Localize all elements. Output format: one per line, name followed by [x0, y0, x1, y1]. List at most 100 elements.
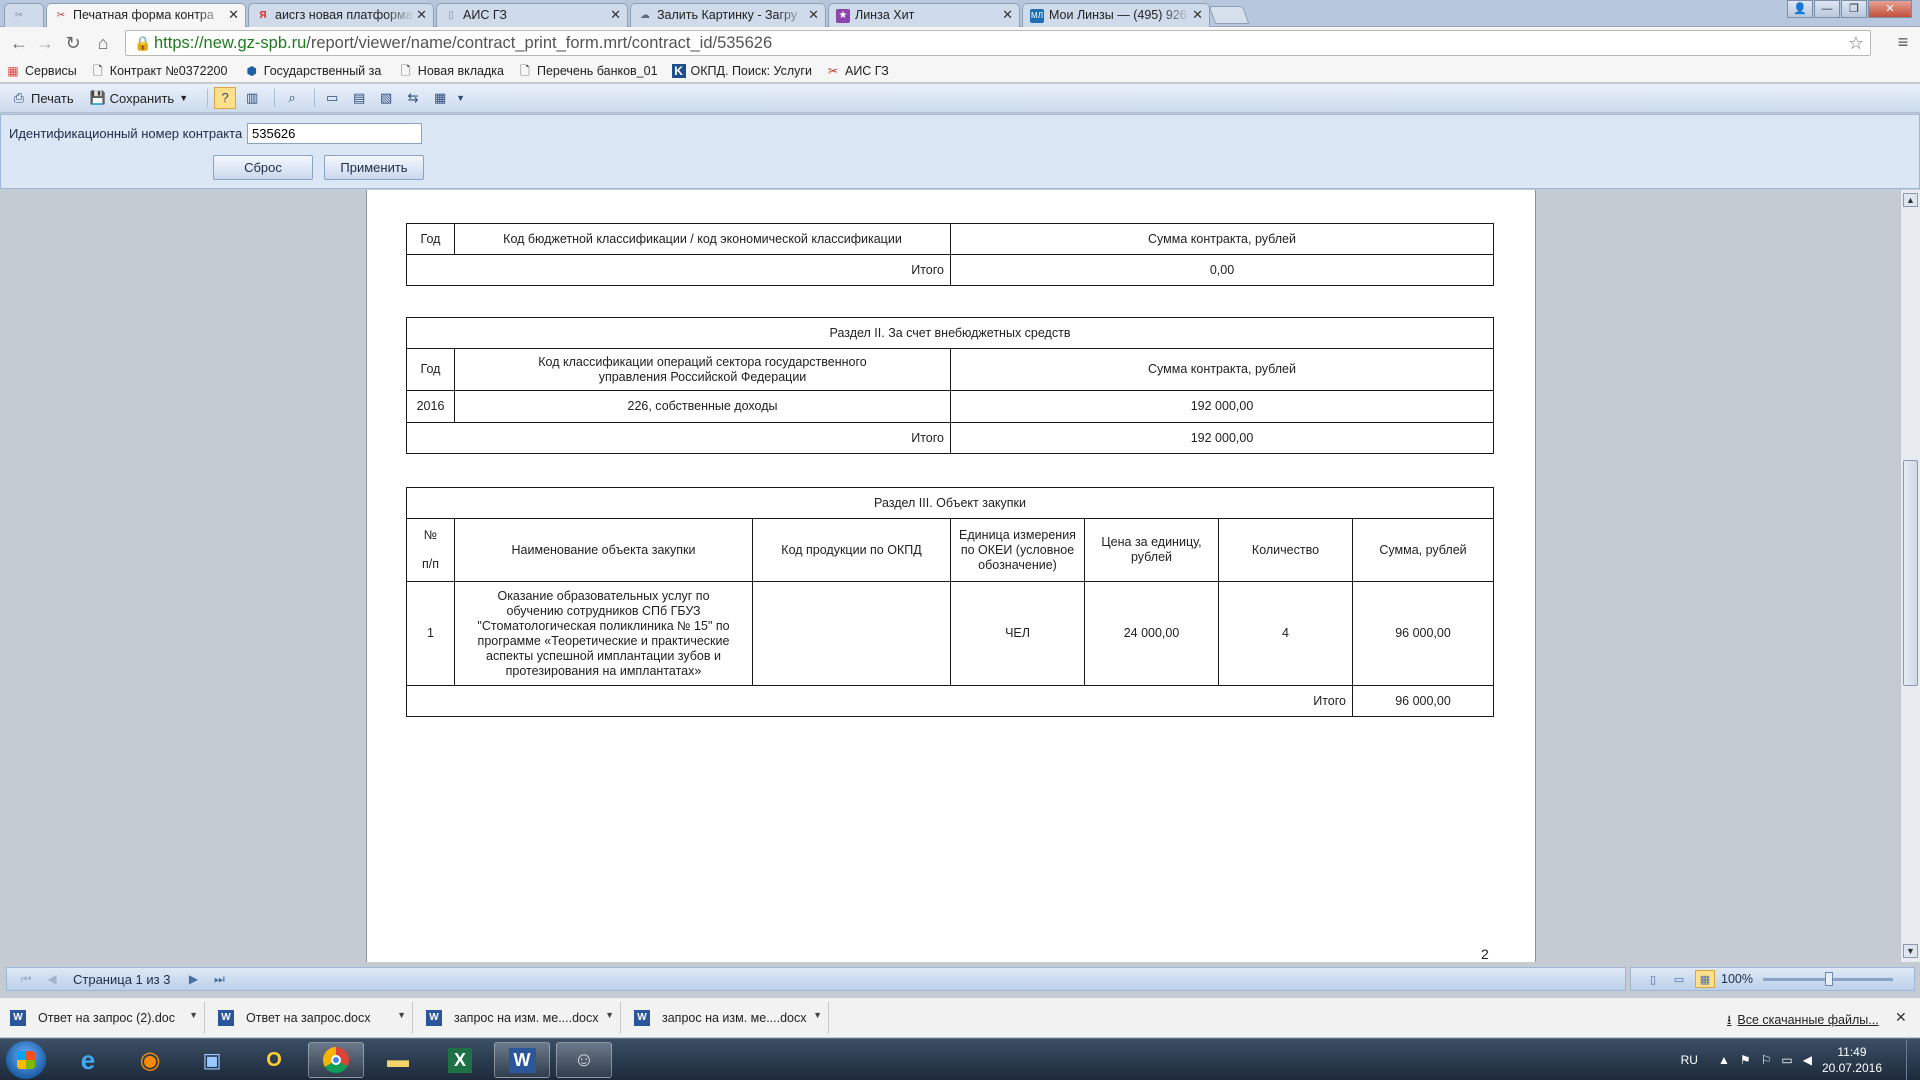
back-icon[interactable]: ←	[8, 32, 30, 54]
close-icon[interactable]: ✕	[1192, 7, 1203, 23]
network-app-icon[interactable]: ⚑	[1740, 1053, 1751, 1067]
bookmark-label: Новая вкладка	[417, 63, 504, 78]
close-icon[interactable]: ✕	[610, 7, 621, 23]
minimize-button[interactable]: —	[1814, 0, 1840, 18]
outlook-icon[interactable]: O	[246, 1042, 302, 1078]
volume-icon[interactable]: ◀	[1803, 1053, 1812, 1067]
bookmark-new-tab[interactable]: 🗋 Новая вкладка	[399, 64, 504, 78]
tool-icon: ✂	[827, 63, 839, 78]
forward-icon[interactable]: →	[34, 32, 56, 54]
bookmark-ais-gz[interactable]: ✂ АИС ГЗ	[826, 64, 889, 78]
url-bar[interactable]: 🔒 https://new.gz-spb.ru/report/viewer/na…	[125, 30, 1871, 56]
all-downloads-link[interactable]: ⭳ Все скачанные файлы...	[1727, 1011, 1879, 1032]
excel-icon[interactable]: X	[432, 1042, 488, 1078]
scroll-down-icon[interactable]: ▼	[1903, 944, 1918, 958]
word-icon[interactable]: W	[494, 1042, 550, 1078]
zoom-value: 100%	[1721, 972, 1753, 986]
cell-unit: ЧЕЛ	[950, 581, 1085, 686]
vertical-scrollbar[interactable]: ▲ ▼	[1900, 190, 1920, 962]
parameters-icon[interactable]: ?	[214, 87, 237, 109]
ie-icon[interactable]: e	[60, 1042, 116, 1078]
col-header: Год	[406, 348, 455, 391]
one-page-icon[interactable]: ▯	[1643, 970, 1663, 988]
download-item[interactable]: W Ответ на запрос.docx ▼	[208, 1002, 413, 1034]
new-tab-button[interactable]	[1208, 6, 1250, 24]
contract-id-input[interactable]	[247, 123, 422, 144]
chevron-down-icon[interactable]: ▼	[189, 1010, 198, 1020]
first-page-icon[interactable]: ⏮	[17, 972, 35, 987]
remote-desktop-icon[interactable]: ▣	[184, 1042, 240, 1078]
restore-button[interactable]: ❐	[1841, 0, 1867, 18]
tab-ais-gz[interactable]: ▯ АИС ГЗ ✕	[436, 3, 628, 27]
bookmark-banks[interactable]: 🗋 Перечень банков_01	[518, 64, 657, 78]
page-indicator[interactable]: Страница 1 из 3	[73, 972, 170, 987]
continuous-icon[interactable]: ▤	[348, 87, 370, 109]
single-page-icon[interactable]: ▭	[321, 87, 343, 109]
tab-upload-image[interactable]: ☁ Залить Картинку - Загру ✕	[630, 3, 826, 27]
user-app-icon[interactable]: ☺	[556, 1042, 612, 1078]
multi-page-icon[interactable]: ▧	[375, 87, 397, 109]
page-width-icon[interactable]: ▭	[1669, 970, 1689, 988]
bookmarks-panel-icon[interactable]: ▥	[241, 87, 263, 109]
tab-moi-linzy[interactable]: МЛ Мои Линзы — (495) 926 ✕	[1022, 3, 1210, 27]
chevron-down-icon[interactable]: ▼	[456, 93, 465, 103]
bookmark-apps[interactable]: ▦ Сервисы	[6, 64, 76, 78]
zoom-slider-thumb[interactable]	[1824, 971, 1833, 986]
contract-id-label: Идентификационный номер контракта	[9, 126, 243, 141]
tab-linza-hit[interactable]: ★ Линза Хит ✕	[828, 3, 1020, 27]
explorer-icon[interactable]: ▬	[370, 1042, 426, 1078]
close-icon[interactable]: ✕	[228, 7, 239, 23]
chevron-down-icon[interactable]: ▼	[605, 1010, 614, 1020]
close-icon[interactable]: ✕	[1895, 1009, 1907, 1026]
user-icon[interactable]: 👤	[1787, 0, 1813, 18]
firefox-icon[interactable]: ◉	[122, 1042, 178, 1078]
next-page-icon[interactable]: ▶	[184, 972, 202, 986]
clock[interactable]: 11:49 20.07.2016	[1822, 1044, 1882, 1076]
save-button[interactable]: 💾 Сохранить ▼	[87, 87, 192, 109]
scroll-thumb[interactable]	[1903, 460, 1918, 686]
start-button[interactable]	[6, 1041, 46, 1079]
multi-page-icon[interactable]: ▦	[1695, 970, 1715, 988]
show-desktop-button[interactable]	[1906, 1039, 1920, 1080]
chevron-down-icon[interactable]: ▼	[813, 1010, 822, 1020]
view-mode-icon[interactable]: ▦	[429, 87, 451, 109]
total-label: Итого	[406, 685, 1353, 717]
bookmark-contract[interactable]: 🗋 Контракт №0372200	[91, 64, 231, 78]
download-item[interactable]: W Ответ на запрос (2).doc ▼	[0, 1002, 205, 1034]
home-icon[interactable]: ⌂	[92, 32, 114, 54]
scroll-up-icon[interactable]: ▲	[1903, 193, 1918, 207]
tab-pinned[interactable]: ✂	[4, 3, 44, 27]
language-indicator[interactable]: RU	[1681, 1053, 1698, 1067]
find-icon[interactable]: ⌕	[281, 87, 303, 109]
last-page-icon[interactable]: ⏭	[210, 972, 228, 987]
apply-button[interactable]: Применить	[324, 155, 424, 180]
reset-button[interactable]: Сброс	[213, 155, 313, 180]
close-window-button[interactable]: ✕	[1868, 0, 1912, 18]
close-icon[interactable]: ✕	[416, 7, 427, 23]
chrome-icon[interactable]	[308, 1042, 364, 1078]
taskbar: e ◉ ▣ O ▬ X W ☺ RU ▲ ⚑ ⚐ ▭ ◀ 11:49 20.07…	[0, 1038, 1920, 1080]
zoom-slider[interactable]	[1762, 971, 1893, 986]
bookmark-star-icon[interactable]: ☆	[1848, 33, 1864, 54]
flag-icon[interactable]: ⚐	[1761, 1053, 1772, 1067]
bookmark-okpd[interactable]: K ОКПД. Поиск: Услуги	[671, 63, 812, 78]
menu-icon[interactable]: ≡	[1893, 32, 1913, 54]
chevron-up-icon[interactable]: ▲	[1718, 1053, 1730, 1067]
page-setup-icon[interactable]: ⇆	[402, 87, 424, 109]
tab-search[interactable]: Я аисгз новая платформа ✕	[248, 3, 434, 27]
print-button[interactable]: ⎙ Печать	[8, 87, 77, 109]
reload-icon[interactable]: ↻	[62, 32, 84, 54]
download-item[interactable]: W запрос на изм. ме....docx ▼	[624, 1002, 829, 1034]
display-icon[interactable]: ▭	[1781, 1053, 1792, 1067]
close-icon[interactable]: ✕	[808, 7, 819, 23]
prev-page-icon[interactable]: ◀	[43, 972, 61, 986]
download-item[interactable]: W запрос на изм. ме....docx ▼	[416, 1002, 621, 1034]
download-icon: ⭳	[1727, 1013, 1732, 1027]
tab-print-form[interactable]: ✂ Печатная форма контра ✕	[46, 3, 246, 28]
close-icon[interactable]: ✕	[1002, 7, 1013, 23]
chevron-down-icon[interactable]: ▼	[397, 1010, 406, 1020]
section-title: Раздел III. Объект закупки	[406, 487, 1494, 519]
bookmark-gov[interactable]: ⬢ Государственный за	[245, 64, 385, 78]
num-sign: №	[423, 528, 438, 542]
col-header: Код бюджетной классификации / код эконом…	[454, 223, 951, 255]
